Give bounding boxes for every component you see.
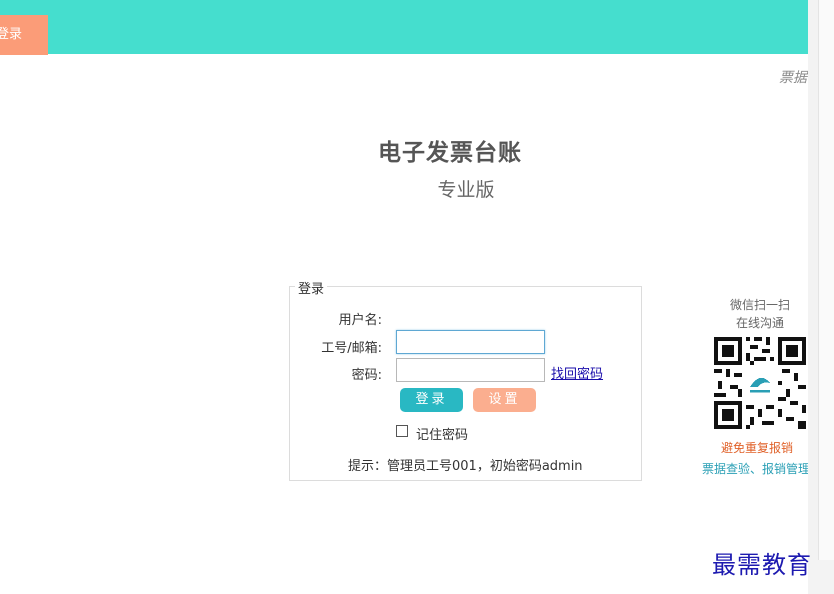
login-legend: 登录 bbox=[295, 278, 328, 297]
username-label: 用户名: bbox=[338, 313, 382, 328]
settings-button[interactable]: 设置 bbox=[473, 388, 536, 412]
password-label: 密码: bbox=[351, 368, 382, 383]
app-title: 电子发票台账 bbox=[378, 140, 522, 166]
app-subtitle: 专业版 bbox=[437, 179, 495, 201]
qr-code-icon bbox=[714, 337, 806, 429]
wechat-chat-text: 在线沟通 bbox=[735, 316, 784, 330]
promo-line-2: 票据查验、报销管理 bbox=[702, 462, 808, 476]
password-input[interactable] bbox=[396, 358, 545, 382]
promo-line-1: 避免重复报销 bbox=[721, 441, 794, 455]
login-hint: 提示：管理员工号001，初始密码admin bbox=[348, 459, 583, 474]
forgot-password-link[interactable]: 找回密码 bbox=[551, 363, 603, 382]
watermark: 最需教育 bbox=[712, 551, 812, 579]
top-navigation-bar bbox=[0, 0, 808, 54]
top-right-label: 票据 bbox=[779, 70, 807, 86]
remember-password-label: 记住密码 bbox=[416, 428, 469, 443]
scrollbar-thumb[interactable] bbox=[818, 0, 834, 560]
login-button[interactable]: 登录 bbox=[400, 388, 463, 412]
account-label: 工号/邮箱: bbox=[321, 341, 382, 356]
wechat-scan-text: 微信扫一扫 bbox=[729, 298, 790, 312]
top-login-button[interactable]: 登录 bbox=[0, 15, 48, 55]
account-input[interactable] bbox=[396, 330, 545, 354]
remember-password-checkbox[interactable] bbox=[396, 425, 408, 437]
